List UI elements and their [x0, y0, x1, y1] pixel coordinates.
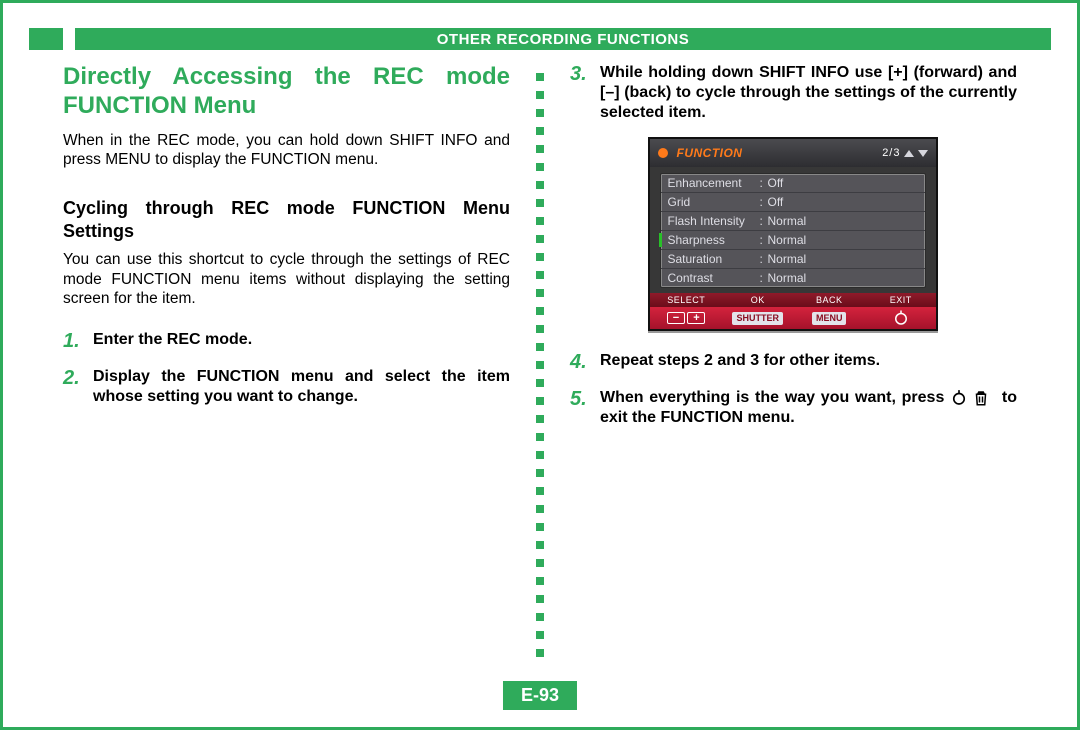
step-item: 5. When everything is the way you want, …	[570, 388, 1017, 428]
lcd-footer-buttons: − + SHUTTER MENU	[650, 307, 936, 329]
body-paragraph: You can use this shortcut to cycle throu…	[63, 250, 510, 308]
lcd-footer: SELECT OK BACK EXIT − + SHUTTER MENU	[650, 293, 936, 329]
content-area: Directly Accessing the REC mode FUNC­TIO…	[63, 63, 1017, 677]
step-number: 3.	[570, 63, 600, 123]
intro-paragraph: When in the REC mode, you can hold down …	[63, 131, 510, 170]
step-text-pre: When everything is the way you want, pre…	[600, 389, 944, 406]
lcd-page-text: 2/3	[882, 147, 900, 159]
lcd-row: Enhancement:Off	[661, 174, 925, 193]
menu-button-icon: MENU	[812, 312, 847, 325]
subsection-heading: Cycling through REC mode FUNCTION Menu S…	[63, 197, 510, 242]
triangle-down-icon	[918, 150, 928, 157]
foot-label: EXIT	[865, 295, 937, 305]
lcd-row: Contrast:Normal	[661, 269, 925, 287]
lcd-menu-list: Enhancement:Off Grid:Off Flash Intensity…	[660, 173, 926, 288]
record-indicator-icon	[658, 148, 668, 158]
lcd-row: Saturation:Normal	[661, 250, 925, 269]
column-divider	[532, 63, 548, 677]
step-text: When everything is the way you want, pre…	[600, 388, 1017, 428]
step-number: 5.	[570, 388, 600, 428]
foot-label: SELECT	[650, 295, 722, 305]
step-number: 2.	[63, 367, 93, 407]
minus-icon: −	[667, 312, 685, 324]
lcd-page-indicator: 2/3	[882, 147, 928, 159]
step-item: 2. Display the FUNCTION menu and select …	[63, 367, 510, 407]
step-text: Repeat steps 2 and 3 for other items.	[600, 351, 1017, 374]
plus-icon: +	[687, 312, 705, 324]
step-item: 4. Repeat steps 2 and 3 for other items.	[570, 351, 1017, 374]
step-text: Display the FUNCTION menu and select the…	[93, 367, 510, 407]
lcd-row: Flash Intensity:Normal	[661, 212, 925, 231]
power-timer-icon	[950, 389, 968, 407]
shutter-button-icon: SHUTTER	[732, 312, 783, 325]
foot-label: OK	[722, 295, 794, 305]
step-item: 3. While holding down SHIFT INFO use [+]…	[570, 63, 1017, 123]
lcd-row: Grid:Off	[661, 193, 925, 212]
power-timer-icon	[892, 309, 910, 327]
header-bar: OTHER RECORDING FUNCTIONS	[29, 28, 1051, 50]
left-column: Directly Accessing the REC mode FUNC­TIO…	[63, 63, 532, 677]
right-column: 3. While holding down SHIFT INFO use [+]…	[548, 63, 1017, 677]
page-frame: OTHER RECORDING FUNCTIONS Directly Acces…	[0, 0, 1080, 730]
lcd-footer-labels: SELECT OK BACK EXIT	[650, 293, 936, 307]
header-title: OTHER RECORDING FUNCTIONS	[75, 28, 1051, 50]
lcd-title: FUNCTION	[676, 146, 742, 160]
foot-label: BACK	[793, 295, 865, 305]
page-number: E-93	[503, 681, 577, 710]
step-text: Enter the REC mode.	[93, 330, 510, 353]
step-text: While holding down SHIFT INFO use [+] (f…	[600, 63, 1017, 123]
trash-icon	[972, 389, 990, 407]
lcd-screen: FUNCTION 2/3 Enhancement:Off Grid:Off Fl…	[648, 137, 938, 331]
step-number: 4.	[570, 351, 600, 374]
lcd-row-selected: Sharpness:Normal	[661, 231, 925, 250]
lcd-figure: FUNCTION 2/3 Enhancement:Off Grid:Off Fl…	[570, 137, 1017, 331]
step-number: 1.	[63, 330, 93, 353]
step-item: 1. Enter the REC mode.	[63, 330, 510, 353]
lcd-titlebar: FUNCTION 2/3	[650, 139, 936, 167]
section-heading: Directly Accessing the REC mode FUNC­TIO…	[63, 63, 510, 121]
header-tab	[29, 28, 63, 50]
triangle-up-icon	[904, 150, 914, 157]
